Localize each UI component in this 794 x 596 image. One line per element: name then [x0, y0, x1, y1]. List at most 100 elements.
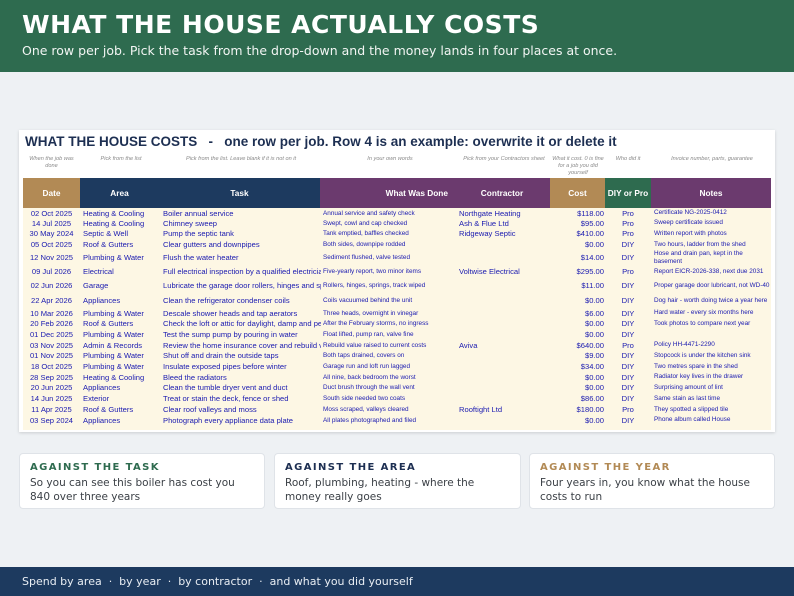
cell-what-was-done[interactable]: Rollers, hinges, springs, track wiped: [323, 278, 457, 293]
cell-date[interactable]: 28 Sep 2025: [23, 372, 80, 382]
cell-contractor[interactable]: [459, 382, 551, 393]
table-row[interactable]: 28 Sep 2025 Heating & Cooling Bleed the ra…: [23, 372, 771, 382]
cell-cost[interactable]: $14.00: [552, 250, 604, 265]
cell-diy-or-pro[interactable]: DIY: [607, 415, 649, 425]
cell-notes[interactable]: Hard water - every six months here: [654, 308, 770, 318]
cell-cost[interactable]: $0.00: [552, 239, 604, 250]
header-task[interactable]: Task: [159, 178, 320, 208]
cell-cost[interactable]: $11.00: [552, 278, 604, 293]
cell-notes[interactable]: Surprising amount of lint: [654, 382, 770, 393]
table-row[interactable]: 20 Jun 2025 Appliances Clean the tumble dr…: [23, 382, 771, 393]
cell-contractor[interactable]: [459, 293, 551, 308]
cell-what-was-done[interactable]: After the February storms, no ingress: [323, 318, 457, 329]
cell-notes[interactable]: Phone album called House: [654, 415, 770, 425]
cell-diy-or-pro[interactable]: DIY: [607, 350, 649, 361]
cell-contractor[interactable]: [459, 393, 551, 404]
cell-what-was-done[interactable]: Duct brush through the wall vent: [323, 382, 457, 393]
cell-what-was-done[interactable]: Float lifted, pump ran, valve fine: [323, 329, 457, 340]
header-date[interactable]: Date: [23, 178, 80, 208]
cell-date[interactable]: 05 Oct 2025: [23, 239, 80, 250]
cell-task[interactable]: Insulate exposed pipes before winter: [163, 361, 321, 372]
cell-area[interactable]: Plumbing & Water: [83, 350, 159, 361]
cell-area[interactable]: Roof & Gutters: [83, 318, 159, 329]
cell-cost[interactable]: $6.00: [552, 308, 604, 318]
cell-diy-or-pro[interactable]: DIY: [607, 308, 649, 318]
cell-what-was-done[interactable]: All nine, back bedroom the worst: [323, 372, 457, 382]
table-row[interactable]: 12 Nov 2025 Plumbing & Water Flush the wat…: [23, 250, 771, 265]
cell-area[interactable]: Appliances: [83, 293, 159, 308]
cell-contractor[interactable]: [459, 308, 551, 318]
cell-cost[interactable]: $295.00: [552, 265, 604, 278]
cell-what-was-done[interactable]: Both sides, downpipe rodded: [323, 239, 457, 250]
table-row[interactable]: 01 Dec 2025 Plumbing & Water Test the sump…: [23, 329, 771, 340]
cell-area[interactable]: Appliances: [83, 415, 159, 425]
cell-diy-or-pro[interactable]: Pro: [607, 265, 649, 278]
cell-area[interactable]: Appliances: [83, 382, 159, 393]
cell-cost[interactable]: $34.00: [552, 361, 604, 372]
cell-task[interactable]: Test the sump pump by pouring in water: [163, 329, 321, 340]
cell-task[interactable]: Photograph every appliance data plate: [163, 415, 321, 425]
cell-task[interactable]: Shut off and drain the outside taps: [163, 350, 321, 361]
header-cost[interactable]: Cost: [550, 178, 605, 208]
cell-notes[interactable]: Dog hair - worth doing twice a year here: [654, 293, 770, 308]
cell-contractor[interactable]: Ash & Flue Ltd: [459, 218, 551, 228]
cell-area[interactable]: Plumbing & Water: [83, 308, 159, 318]
cell-diy-or-pro[interactable]: Pro: [607, 340, 649, 350]
cell-task[interactable]: Descale shower heads and tap aerators: [163, 308, 321, 318]
table-row[interactable]: 22 Apr 2026 Appliances Clean the refrigera…: [23, 293, 771, 308]
table-row[interactable]: 03 Sep 2024 Appliances Photograph every ap…: [23, 415, 771, 425]
cell-date[interactable]: 02 Oct 2025: [23, 208, 80, 218]
table-row[interactable]: 05 Oct 2025 Roof & Gutters Clear gutters a…: [23, 239, 771, 250]
cell-contractor[interactable]: Rooftight Ltd: [459, 404, 551, 415]
table-row[interactable]: 02 Jun 2026 Garage Lubricate the garage do…: [23, 278, 771, 293]
header-contractor[interactable]: Contractor: [454, 178, 550, 208]
cell-what-was-done[interactable]: Three heads, overnight in vinegar: [323, 308, 457, 318]
cell-diy-or-pro[interactable]: DIY: [607, 329, 649, 340]
cell-area[interactable]: Electrical: [83, 265, 159, 278]
cell-notes[interactable]: Hose and drain pan, kept in the basement: [654, 250, 770, 265]
cell-contractor[interactable]: [459, 415, 551, 425]
cell-what-was-done[interactable]: Swept, cowl and cap checked: [323, 218, 457, 228]
cell-area[interactable]: Plumbing & Water: [83, 361, 159, 372]
cell-cost[interactable]: $95.00: [552, 218, 604, 228]
cell-date[interactable]: 03 Sep 2024: [23, 415, 80, 425]
cell-cost[interactable]: $118.00: [552, 208, 604, 218]
header-notes[interactable]: Notes: [651, 178, 771, 208]
cell-task[interactable]: Lubricate the garage door rollers, hinge…: [163, 278, 321, 293]
cell-task[interactable]: Check the loft or attic for daylight, da…: [163, 318, 321, 329]
table-row[interactable]: 02 Oct 2025 Heating & Cooling Boiler annua…: [23, 208, 771, 218]
cell-diy-or-pro[interactable]: DIY: [607, 318, 649, 329]
cell-notes[interactable]: Sweep certificate issued: [654, 218, 770, 228]
cell-diy-or-pro[interactable]: Pro: [607, 218, 649, 228]
cell-diy-or-pro[interactable]: DIY: [607, 382, 649, 393]
cell-area[interactable]: Septic & Well: [83, 228, 159, 239]
cell-contractor[interactable]: [459, 250, 551, 265]
cell-date[interactable]: 22 Apr 2026: [23, 293, 80, 308]
cell-what-was-done[interactable]: Both taps drained, covers on: [323, 350, 457, 361]
cell-area[interactable]: Admin & Records: [83, 340, 159, 350]
cell-contractor[interactable]: [459, 239, 551, 250]
cell-notes[interactable]: Written report with photos: [654, 228, 770, 239]
cell-cost[interactable]: $0.00: [552, 329, 604, 340]
header-diy-or-pro[interactable]: DIY or Pro: [605, 178, 651, 208]
cell-notes[interactable]: Two hours, ladder from the shed: [654, 239, 770, 250]
cell-contractor[interactable]: [459, 318, 551, 329]
cell-notes[interactable]: They spotted a slipped tile: [654, 404, 770, 415]
cell-task[interactable]: Clean the tumble dryer vent and duct: [163, 382, 321, 393]
cell-area[interactable]: Garage: [83, 278, 159, 293]
table-row[interactable]: 11 Apr 2025 Roof & Gutters Clear roof vall…: [23, 404, 771, 415]
cell-notes[interactable]: Two metres spare in the shed: [654, 361, 770, 372]
cell-contractor[interactable]: [459, 361, 551, 372]
table-row[interactable]: 18 Oct 2025 Plumbing & Water Insulate expo…: [23, 361, 771, 372]
cell-cost[interactable]: $640.00: [552, 340, 604, 350]
cell-area[interactable]: Exterior: [83, 393, 159, 404]
cell-diy-or-pro[interactable]: Pro: [607, 404, 649, 415]
cell-what-was-done[interactable]: Tank emptied, baffles checked: [323, 228, 457, 239]
cell-contractor[interactable]: [459, 372, 551, 382]
cell-date[interactable]: 30 May 2024: [23, 228, 80, 239]
cell-notes[interactable]: Took photos to compare next year: [654, 318, 770, 329]
cell-cost[interactable]: $180.00: [552, 404, 604, 415]
cell-cost[interactable]: $0.00: [552, 382, 604, 393]
cell-contractor[interactable]: Ridgeway Septic: [459, 228, 551, 239]
cell-task[interactable]: Bleed the radiators: [163, 372, 321, 382]
